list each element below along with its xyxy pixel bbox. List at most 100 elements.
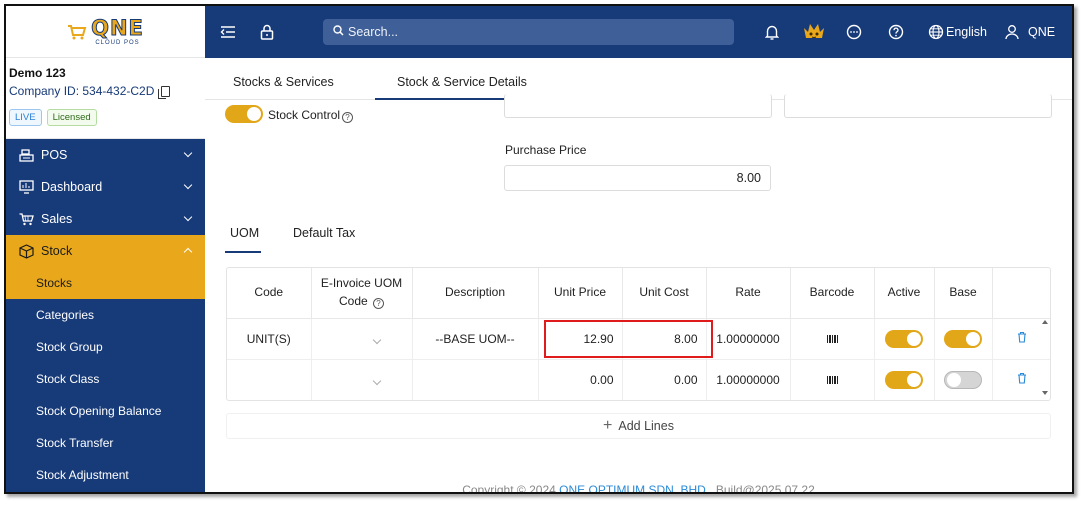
add-lines-label: Add Lines	[618, 419, 674, 433]
cell-unit-cost[interactable]: 8.00	[622, 318, 707, 360]
add-lines-button[interactable]: + Add Lines	[226, 413, 1051, 439]
chevron-down-icon	[372, 335, 381, 344]
footer-build: Build@2025.07.22	[715, 483, 815, 494]
sidebar-subitem-stock-class[interactable]: Stock Class	[6, 363, 205, 395]
sidebar-item-dashboard[interactable]: Dashboard	[6, 171, 205, 203]
cell-barcode[interactable]	[790, 318, 875, 360]
trash-icon[interactable]	[1017, 331, 1027, 346]
sidebar-subitem-categories[interactable]: Categories	[6, 299, 205, 331]
cell-base[interactable]	[934, 359, 993, 400]
search-input[interactable]	[348, 25, 648, 39]
table-row[interactable]: UNIT(S) --BASE UOM-- 12.90 8.00 1.000000…	[227, 318, 1050, 360]
globe-icon[interactable]	[926, 22, 946, 42]
cell-active[interactable]	[874, 318, 935, 360]
sidebar-item-label: Stock	[41, 244, 73, 258]
footer-year: 2024	[529, 483, 556, 494]
logo[interactable]: QNE CLOUD POS	[6, 6, 205, 58]
col-code: Code	[227, 268, 312, 319]
cell-unit-cost[interactable]: 0.00	[622, 359, 707, 400]
lock-icon[interactable]	[257, 22, 277, 42]
scroll-up-arrow[interactable]	[1042, 320, 1048, 324]
cell-base[interactable]	[934, 318, 993, 360]
sidebar-subitem-stock-transfer[interactable]: Stock Transfer	[6, 427, 205, 459]
stock-control-label: Stock Control?	[268, 108, 354, 123]
base-toggle[interactable]	[944, 329, 982, 348]
active-toggle[interactable]	[885, 329, 923, 348]
help-icon[interactable]	[886, 22, 906, 42]
cell-einvoice-select[interactable]	[311, 359, 413, 400]
search-icon	[333, 25, 344, 39]
cell-unit-price[interactable]: 0.00	[538, 359, 623, 400]
sidebar-subitem-stock-group[interactable]: Stock Group	[6, 331, 205, 363]
company-id-text: Company ID: 534-432-C2D	[9, 84, 155, 98]
footer-copyright: Copyright	[462, 483, 514, 494]
chevron-down-icon	[183, 148, 193, 158]
copy-icon[interactable]	[158, 85, 171, 99]
cell-description[interactable]	[412, 359, 539, 400]
licensed-badge: Licensed	[46, 109, 97, 126]
stock-control-toggle[interactable]	[225, 105, 263, 123]
active-toggle[interactable]	[885, 370, 923, 389]
tab-default-tax[interactable]: Default Tax	[293, 226, 355, 240]
cell-rate[interactable]: 1.00000000	[706, 359, 791, 400]
scroll-down-arrow[interactable]	[1042, 391, 1048, 395]
cell-actions[interactable]	[992, 318, 1050, 360]
cell-barcode[interactable]	[790, 359, 875, 400]
top-bar: English QNE	[205, 6, 1072, 58]
cart-logo-icon	[67, 24, 87, 40]
cart-icon	[18, 211, 34, 227]
footer-company-link[interactable]: QNE OPTIMUM SDN. BHD.	[559, 483, 709, 492]
footer: Copyright © 2024 QNE OPTIMUM SDN. BHD.. …	[205, 483, 1072, 494]
col-description: Description	[412, 268, 539, 319]
help-circle-icon[interactable]: ?	[373, 297, 385, 309]
sidebar-subitem-stock-adjustment[interactable]: Stock Adjustment	[6, 459, 205, 491]
sidebar-subitem-stocks[interactable]: Stocks	[6, 267, 205, 299]
table-row[interactable]: 0.00 0.00 1.00000000	[227, 359, 1050, 400]
chart-monitor-icon	[18, 179, 34, 195]
uom-grid: Code E-Invoice UOM Code ? Description Uni…	[226, 267, 1051, 401]
menu-collapse-icon[interactable]	[218, 22, 238, 42]
chat-icon[interactable]	[844, 22, 864, 42]
base-toggle[interactable]	[944, 370, 982, 389]
search-bar[interactable]	[323, 19, 734, 45]
barcode-icon	[826, 332, 838, 346]
cell-description[interactable]: --BASE UOM--	[412, 318, 539, 360]
crown-mascot-icon[interactable]	[802, 20, 826, 42]
tab-stock-service-details[interactable]: Stock & Service Details	[397, 75, 527, 89]
logo-brand: QNE	[91, 15, 144, 40]
help-circle-icon[interactable]: ?	[342, 112, 354, 123]
sidebar-item-stock[interactable]: Stock	[6, 235, 205, 267]
cell-einvoice-select[interactable]	[311, 318, 413, 360]
col-einvoice-uom-code: E-Invoice UOM Code ?	[311, 268, 413, 319]
uom-tabs: UOM Default Tax	[225, 218, 1055, 254]
cell-active[interactable]	[874, 359, 935, 400]
cell-unit-price[interactable]: 12.90	[538, 318, 623, 360]
user-icon[interactable]	[1002, 22, 1022, 42]
cell-code[interactable]: UNIT(S)	[227, 318, 312, 360]
chevron-down-icon	[372, 376, 381, 385]
language-selector[interactable]: English	[946, 25, 987, 39]
tab-uom[interactable]: UOM	[230, 226, 259, 240]
upper-field-1[interactable]	[504, 94, 772, 118]
bell-icon[interactable]	[762, 22, 782, 42]
sidebar-item-sales[interactable]: Sales	[6, 203, 205, 235]
cell-rate[interactable]: 1.00000000	[706, 318, 791, 360]
live-badge: LIVE	[9, 109, 42, 126]
col-active: Active	[874, 268, 935, 319]
user-name[interactable]: QNE	[1028, 25, 1055, 39]
register-icon	[18, 147, 34, 163]
sidebar-subitem-stock-opening-balance[interactable]: Stock Opening Balance	[6, 395, 205, 427]
trash-icon[interactable]	[1017, 372, 1027, 387]
col-unit-cost: Unit Cost	[622, 268, 707, 319]
plus-icon: +	[603, 417, 613, 434]
sidebar-item-label: POS	[41, 148, 68, 162]
app-window: QNE CLOUD POS Demo 123 Company ID: 534-4…	[4, 4, 1074, 494]
tab-stocks-services[interactable]: Stocks & Services	[233, 75, 334, 89]
purchase-price-label: Purchase Price	[505, 143, 587, 157]
sidebar-item-pos[interactable]: POS	[6, 139, 205, 171]
barcode-icon	[826, 373, 838, 387]
cell-code[interactable]	[227, 359, 312, 400]
copyright-icon: ©	[516, 483, 526, 494]
upper-field-2[interactable]	[784, 94, 1052, 118]
purchase-price-input[interactable]: 8.00	[504, 165, 771, 191]
